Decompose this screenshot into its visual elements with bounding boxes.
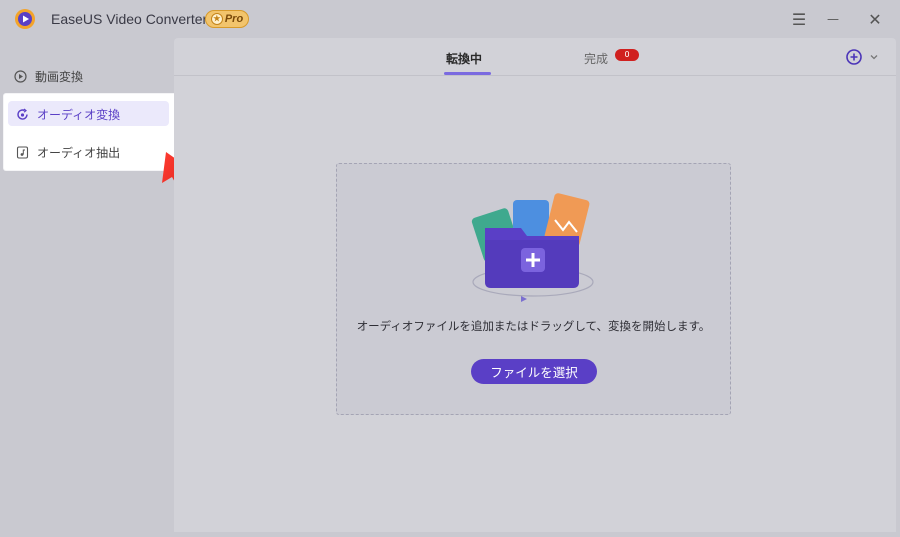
sidebar-item-label: オーディオ変換 [37,107,121,122]
hamburger-icon: ☰ [791,9,807,29]
app-logo-icon [15,9,35,29]
tab-converting[interactable]: 転換中 [446,50,482,67]
app-title: EaseUS Video Converter [51,11,208,27]
done-count-badge: 0 [615,49,639,61]
sidebar-item-audio-extract[interactable]: オーディオ抽出 [4,139,120,165]
file-drop-zone[interactable]: オーディオファイルを追加またはドラッグして、変換を開始します。 ファイルを選択 [336,163,731,415]
audio-convert-icon [16,108,29,121]
drop-hint-text: オーディオファイルを追加またはドラッグして、変換を開始します。 [356,319,711,333]
main-panel: 転換中 完成 0 オーディオファイルを追加またはドラッグして、変換を開始します。… [174,38,896,532]
folder-add-icon [471,193,594,302]
select-file-button[interactable]: ファイルを選択 [471,359,597,384]
title-bar: EaseUS Video Converter ★ Pro ☰ — ✕ [0,0,900,38]
menu-button[interactable]: ☰ [788,8,810,30]
minimize-icon: — [827,12,839,26]
select-file-label: ファイルを選択 [490,365,578,380]
minimize-button[interactable]: — [822,8,844,30]
video-convert-icon [14,69,27,83]
audio-extract-icon [16,145,29,159]
pro-badge[interactable]: ★ Pro [205,10,249,28]
star-icon: ★ [210,13,223,25]
add-file-icon[interactable] [846,49,862,65]
sidebar-item-label: 動画変換 [35,69,84,84]
close-icon: ✕ [868,9,882,29]
close-button[interactable]: ✕ [864,8,886,30]
tabs-divider [174,75,896,76]
sidebar-item-audio-convert[interactable]: オーディオ変換 [4,101,120,127]
pro-badge-label: Pro [224,13,244,25]
sidebar-item-label: オーディオ抽出 [37,145,121,160]
chevron-down-icon[interactable] [869,52,879,62]
tab-done[interactable]: 完成 [584,50,608,67]
sidebar-item-video-convert[interactable]: 動画変換 [2,63,83,89]
